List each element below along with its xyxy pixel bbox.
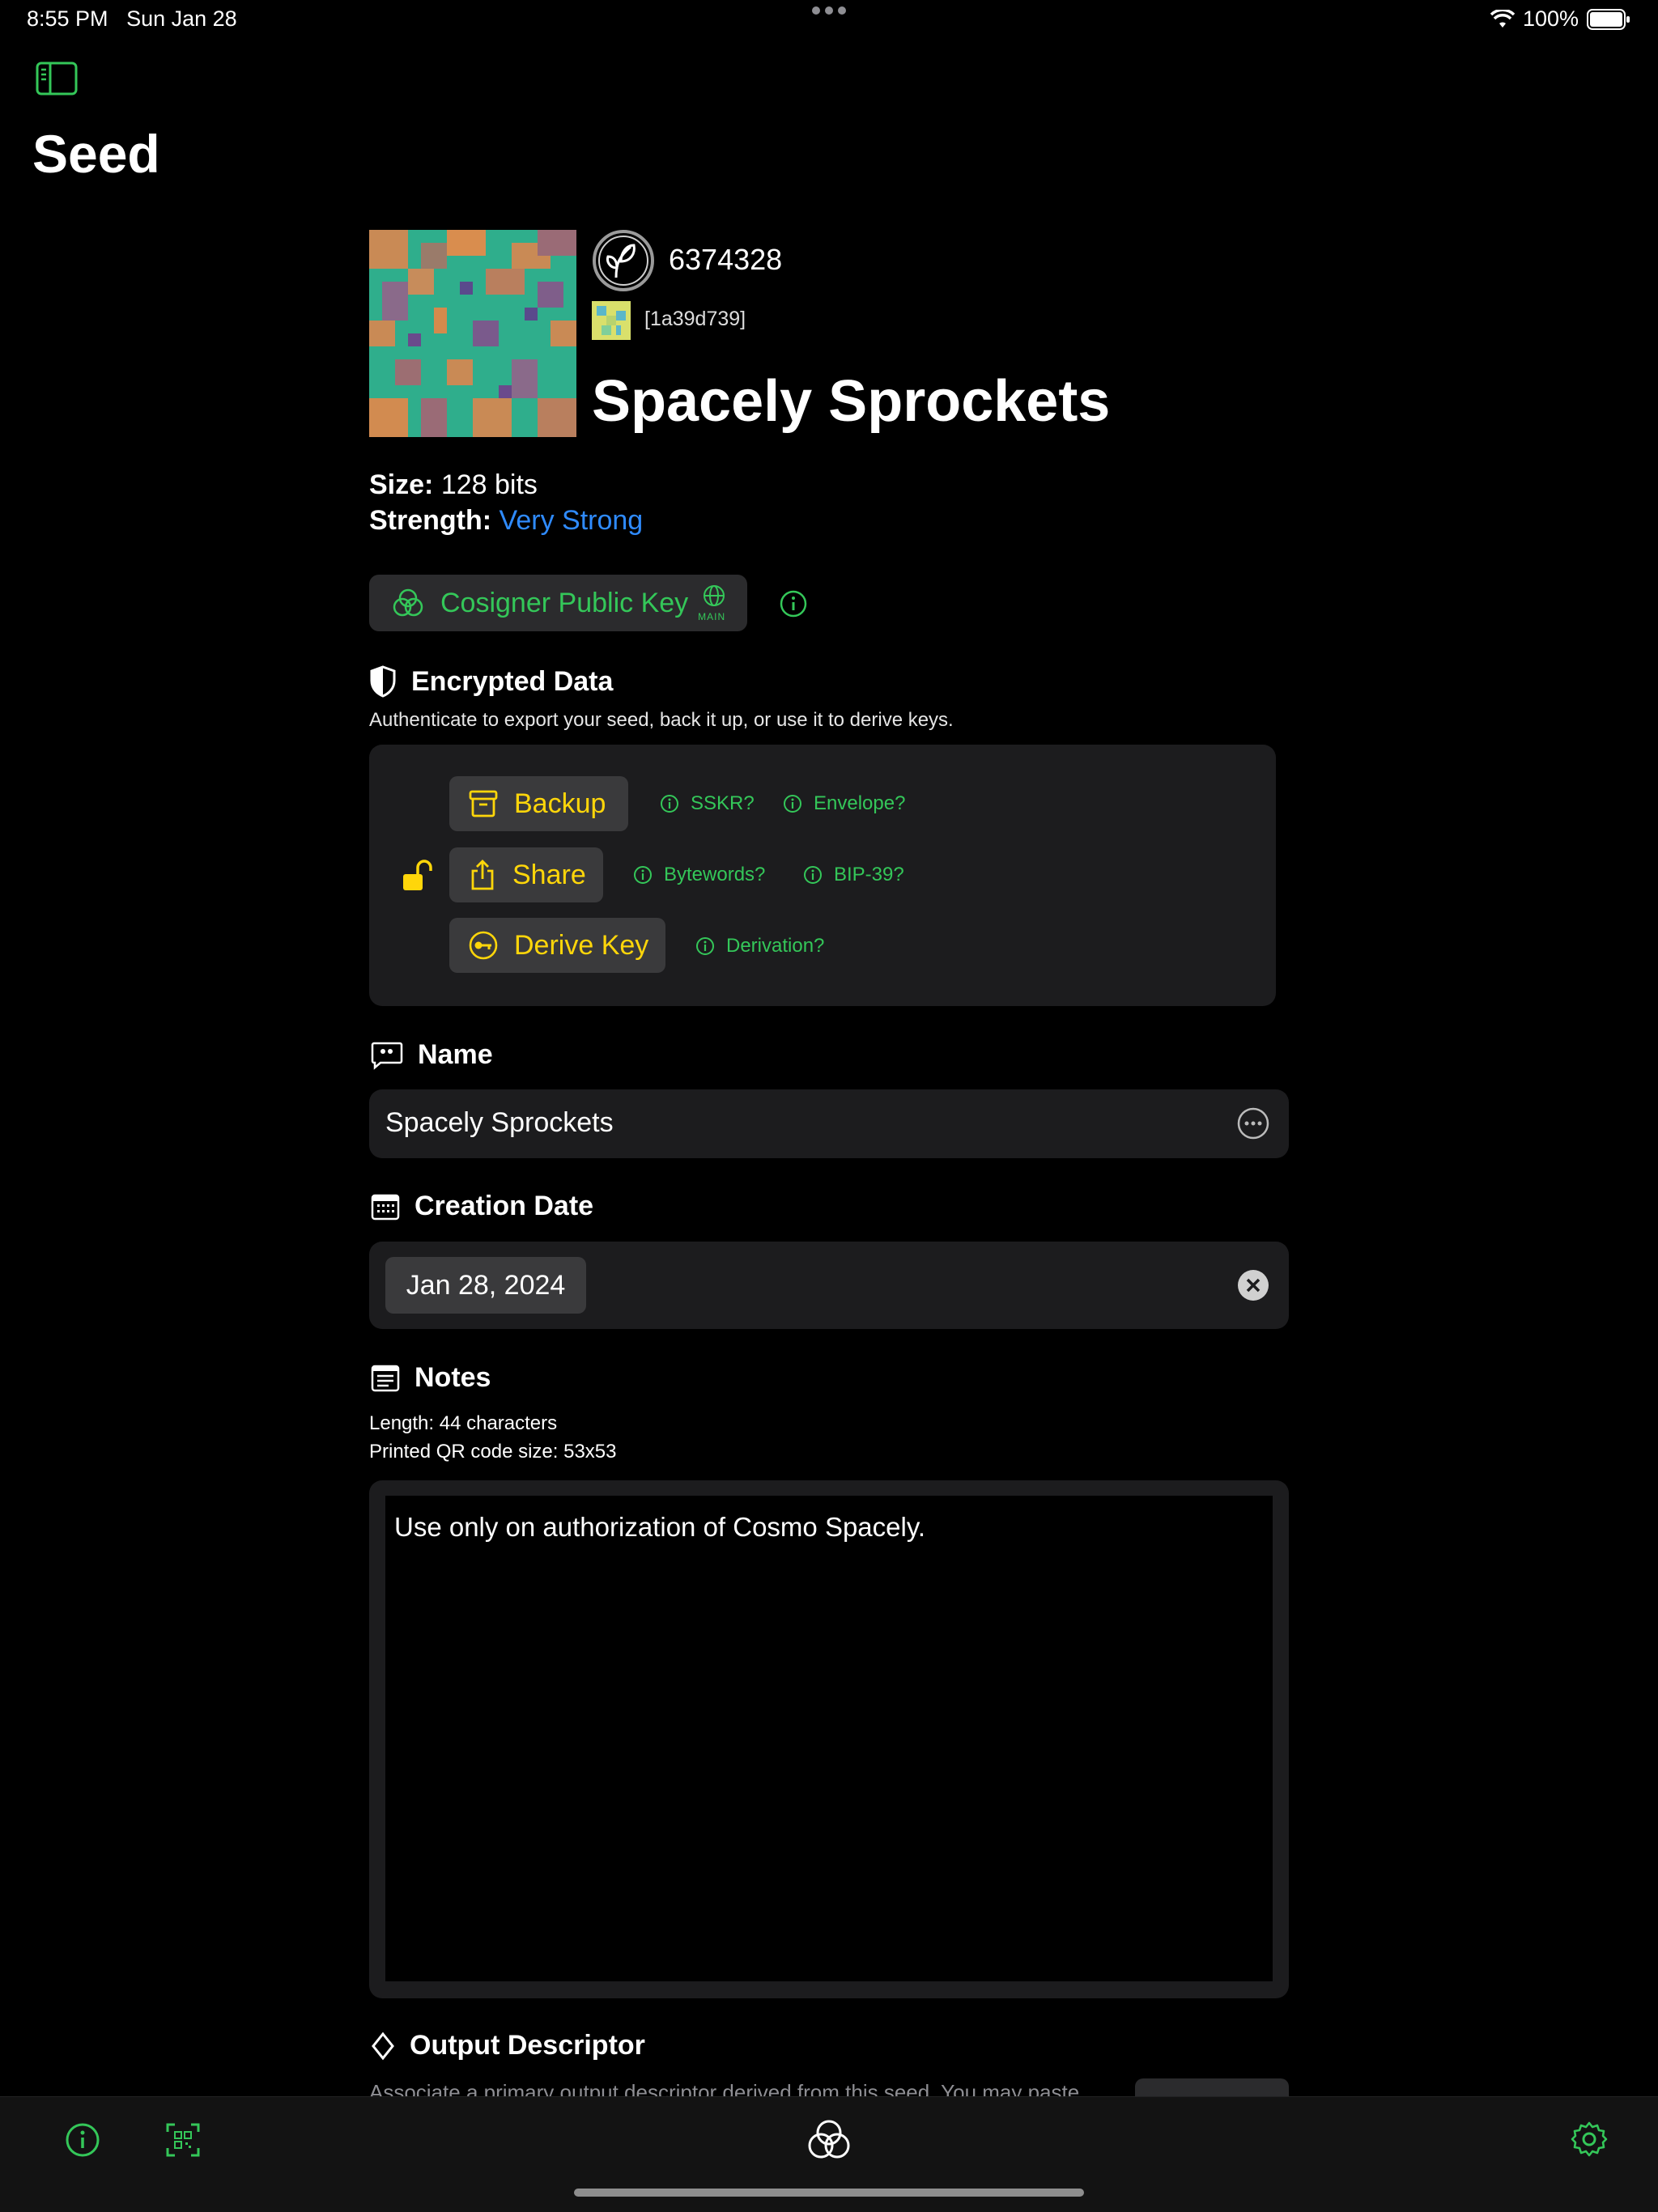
notes-length: Length: 44 characters — [369, 1412, 558, 1434]
sidebar-toggle-icon[interactable] — [36, 62, 78, 100]
info-icon — [695, 936, 715, 956]
output-descriptor-header: Output Descriptor — [371, 2030, 645, 2061]
seed-name-heading: Spacely Sprockets — [592, 369, 1111, 434]
encrypted-data-header: Encrypted Data — [369, 665, 613, 698]
gear-icon[interactable] — [1571, 2121, 1608, 2162]
battery-percent: 100% — [1522, 6, 1579, 31]
info-icon[interactable] — [65, 2122, 100, 2162]
info-icon — [633, 865, 653, 885]
cosigner-logo-icon[interactable] — [806, 2117, 852, 2167]
status-right: 100% — [1490, 6, 1630, 32]
seed-number: 6374328 — [669, 243, 783, 276]
envelope-hint-label: Envelope? — [814, 792, 906, 814]
key-icon — [469, 931, 498, 960]
calendar-icon — [371, 1193, 400, 1221]
size-line: Size: 128 bits — [369, 469, 538, 501]
shield-icon — [369, 665, 397, 698]
derivation-hint[interactable]: Derivation? — [695, 935, 824, 957]
notes-qr-size: Printed QR code size: 53x53 — [369, 1441, 617, 1463]
notes-text-area[interactable] — [385, 1496, 1273, 1981]
status-clock: 8:55 PM — [27, 6, 108, 31]
info-icon — [783, 794, 802, 813]
bytewords-hint-label: Bytewords? — [664, 864, 766, 885]
lock-open-icon — [402, 858, 434, 898]
info-icon — [660, 794, 679, 813]
share-button[interactable]: Share — [449, 847, 603, 902]
date-value: Jan 28, 2024 — [406, 1269, 566, 1301]
network-label: MAIN — [698, 611, 726, 622]
diamond-icon — [371, 2032, 395, 2061]
backup-button[interactable]: Backup — [449, 776, 628, 831]
derive-key-label: Derive Key — [514, 929, 649, 961]
cosigner-logo-icon — [392, 587, 424, 619]
cosigner-label: Cosigner Public Key — [440, 587, 689, 618]
derive-key-button[interactable]: Derive Key — [449, 918, 665, 973]
name-field-value[interactable]: Spacely Sprockets — [385, 1107, 614, 1139]
archive-box-icon — [469, 790, 498, 817]
battery-icon — [1587, 8, 1630, 30]
sskr-hint-label: SSKR? — [691, 792, 755, 814]
globe-icon — [704, 585, 725, 606]
quote-bubble-icon — [371, 1041, 403, 1070]
bip39-hint-label: BIP-39? — [834, 864, 904, 885]
bytewords-hint[interactable]: Bytewords? — [633, 864, 765, 886]
creation-date-title: Creation Date — [414, 1191, 594, 1221]
sskr-hint[interactable]: SSKR? — [660, 792, 755, 815]
derivation-hint-label: Derivation? — [726, 935, 825, 957]
name-section-title: Name — [418, 1039, 493, 1070]
notes-title: Notes — [414, 1362, 491, 1393]
output-descriptor-title: Output Descriptor — [410, 2030, 645, 2061]
size-label: Size: — [369, 469, 434, 500]
seed-lifehash-image — [369, 230, 576, 437]
encrypted-data-title: Encrypted Data — [411, 665, 614, 697]
clear-icon[interactable] — [1237, 1269, 1269, 1306]
date-picker-button[interactable]: Jan 28, 2024 — [385, 1257, 586, 1314]
multitasking-dots-icon[interactable] — [810, 5, 848, 20]
status-date: Sun Jan 28 — [126, 6, 237, 31]
page-title: Seed — [32, 124, 160, 184]
notes-header: Notes — [371, 1362, 491, 1394]
envelope-hint[interactable]: Envelope? — [783, 792, 905, 815]
notes-icon — [371, 1365, 400, 1392]
name-section-header: Name — [371, 1039, 493, 1071]
backup-label: Backup — [514, 788, 606, 819]
network-badge: MAIN — [698, 582, 730, 624]
size-value: 128 bits — [440, 469, 538, 500]
strength-value: Very Strong — [499, 505, 644, 536]
info-icon — [803, 865, 823, 885]
home-indicator[interactable] — [574, 2189, 1084, 2197]
creation-date-header: Creation Date — [371, 1191, 593, 1222]
share-label: Share — [512, 859, 586, 890]
wifi-icon — [1490, 9, 1515, 29]
qr-scan-icon[interactable] — [165, 2122, 201, 2162]
strength-label: Strength: — [369, 505, 492, 536]
strength-line: Strength: Very Strong — [369, 505, 643, 537]
seed-fingerprint: [1a39d739] — [644, 308, 746, 330]
more-icon[interactable] — [1237, 1107, 1269, 1144]
share-icon — [469, 859, 496, 891]
cosigner-public-key-button[interactable]: Cosigner Public Key MAIN — [369, 575, 747, 631]
notes-text[interactable]: Use only on authorization of Cosmo Space… — [394, 1512, 925, 1543]
leaf-icon — [592, 229, 655, 296]
encrypted-data-subtitle: Authenticate to export your seed, back i… — [369, 709, 954, 731]
bip39-hint[interactable]: BIP-39? — [803, 864, 904, 886]
info-icon[interactable] — [779, 589, 808, 622]
fingerprint-lifehash-icon — [592, 301, 631, 344]
status-time: 8:55 PM Sun Jan 28 — [27, 6, 237, 32]
